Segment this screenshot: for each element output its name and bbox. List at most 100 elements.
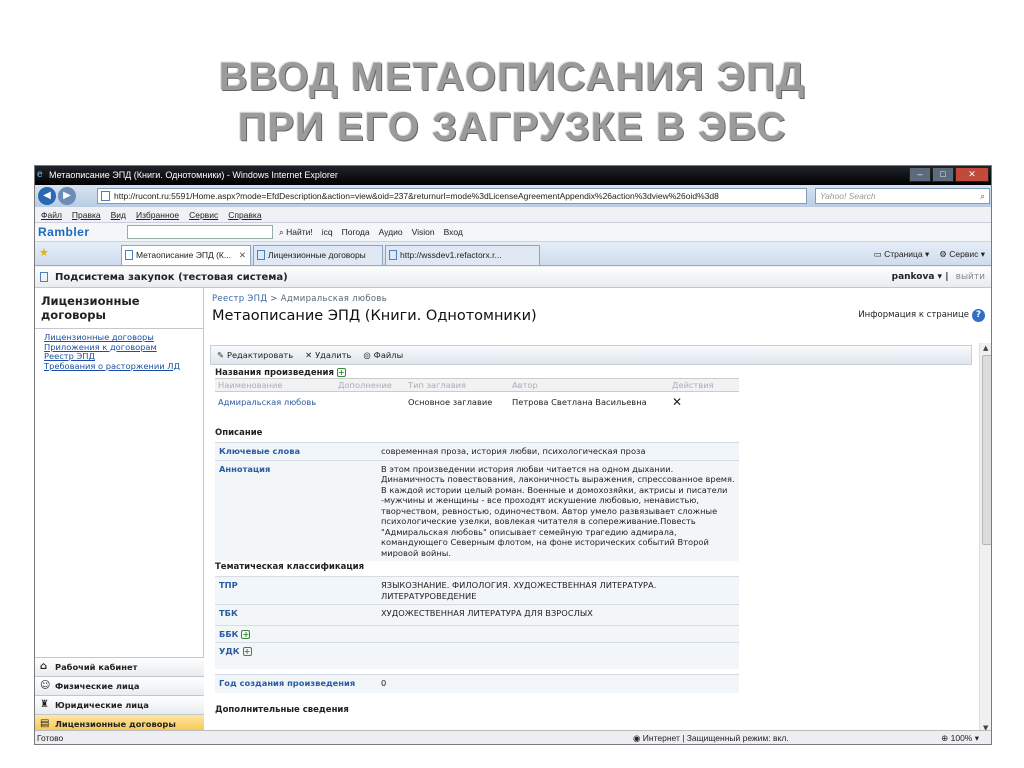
scroll-up-icon[interactable]: ▲ bbox=[983, 344, 988, 352]
details-scroll-area[interactable]: ✎ Редактировать ✕ Удалить ◎ Файлы Названия … bbox=[210, 343, 991, 733]
back-button[interactable]: ◀ bbox=[38, 187, 56, 205]
tab-metadata[interactable]: Метаописание ЭПД (К... ✕ bbox=[121, 245, 251, 265]
extra-section-title: Дополнительные сведения bbox=[215, 705, 349, 715]
edit-button[interactable]: ✎ Редактировать bbox=[217, 346, 293, 364]
search-placeholder: Yahoo! Search bbox=[820, 191, 876, 201]
add-name-icon[interactable]: + bbox=[336, 368, 346, 377]
tab-page-icon bbox=[257, 250, 265, 260]
page-title: Метаописание ЭПД (Книги. Однотомники) bbox=[212, 308, 537, 324]
scrollbar-thumb[interactable] bbox=[982, 355, 991, 545]
slide-title-line-2: ПРИ ЕГО ЗАГРУЗКЕ В ЭБС bbox=[237, 105, 787, 149]
table-row: Адмиральская любовь Основное заглавие Пе… bbox=[215, 392, 739, 412]
keywords-row: Ключевые слова современная проза, истори… bbox=[215, 442, 739, 460]
rambler-toolbar: Rambler ⌕ Найти! icq Погода Аудио Vision… bbox=[35, 223, 991, 242]
page-icon bbox=[101, 191, 110, 201]
minimize-button[interactable]: – bbox=[909, 167, 931, 182]
tab-bar: ★ Метаописание ЭПД (К... ✕ Лицензионные … bbox=[35, 242, 991, 266]
security-zone: ◉ Интернет | Защищенный режим: вкл. bbox=[633, 733, 789, 743]
delete-button[interactable]: ✕ Удалить bbox=[305, 346, 351, 364]
rambler-audio-button[interactable]: Аудио bbox=[379, 223, 403, 242]
nav-link-termination-requests[interactable]: Требования о расторжении ЛД bbox=[44, 361, 203, 372]
url-text: http://rucont.ru:5591/Home.aspx?mode=Efd… bbox=[114, 191, 719, 201]
tpr-value: ЯЗЫКОЗНАНИЕ. ФИЛОЛОГИЯ. ХУДОЖЕСТВЕННАЯ Л… bbox=[377, 576, 739, 605]
menu-view[interactable]: Вид bbox=[111, 207, 126, 222]
udk-label: УДК + bbox=[215, 642, 377, 669]
url-input[interactable]: http://rucont.ru:5591/Home.aspx?mode=Efd… bbox=[97, 188, 807, 204]
files-button[interactable]: ◎ Файлы bbox=[363, 346, 403, 364]
tab-label: http://wssdev1.refactorx.r... bbox=[400, 250, 502, 260]
maximize-button[interactable]: □ bbox=[932, 167, 954, 182]
user-area: pankova ▾ | выйти bbox=[891, 272, 985, 282]
page-content: Подсистема закупок (тестовая система) pa… bbox=[35, 267, 991, 733]
menu-help[interactable]: Справка bbox=[228, 207, 261, 222]
tpr-label: ТПР bbox=[215, 576, 377, 605]
annotation-value: В этом произведении история любви читает… bbox=[377, 459, 739, 561]
breadcrumb-root-link[interactable]: Реестр ЭПД bbox=[212, 294, 267, 304]
delete-icon: ✕ bbox=[305, 350, 313, 360]
rambler-weather-button[interactable]: Погода bbox=[342, 223, 370, 242]
rambler-icq-button[interactable]: icq bbox=[322, 223, 333, 242]
rambler-login-button[interactable]: Вход bbox=[444, 223, 463, 242]
work-name-link[interactable]: Адмиральская любовь bbox=[218, 397, 316, 407]
edit-icon: ✎ bbox=[217, 350, 224, 360]
add-udk-icon[interactable]: + bbox=[242, 647, 252, 656]
favorites-star-icon[interactable]: ★ bbox=[39, 246, 49, 259]
home-icon: ⌂ bbox=[40, 661, 48, 672]
menu-bar: Файл Правка Вид Избранное Сервис Справка bbox=[35, 207, 991, 223]
column-header: Дополнение bbox=[335, 378, 405, 392]
add-bbk-icon[interactable]: + bbox=[241, 630, 251, 639]
status-text: Готово bbox=[37, 733, 64, 743]
tools-menu-button[interactable]: ⚙ Сервис ▾ bbox=[939, 242, 985, 266]
system-icon bbox=[40, 272, 48, 282]
section-legal-entities[interactable]: ♜ Юридические лица bbox=[35, 695, 204, 714]
user-menu[interactable]: pankova bbox=[892, 272, 935, 282]
description-table: Ключевые слова современная проза, истори… bbox=[215, 442, 739, 561]
names-table: Наименование Дополнение Тип заглавия Авт… bbox=[215, 378, 739, 412]
slide-title: ВВОД МЕТАОПИСАНИЯ ЭПД ПРИ ЕГО ЗАГРУЗКЕ В… bbox=[0, 52, 1024, 152]
slide-title-line-1: ВВОД МЕТАОПИСАНИЯ ЭПД bbox=[218, 55, 806, 99]
section-workspace[interactable]: ⌂ Рабочий кабинет bbox=[35, 657, 204, 676]
files-icon: ◎ bbox=[363, 350, 371, 360]
window-title: Метаописание ЭПД (Книги. Однотомники) - … bbox=[49, 170, 338, 180]
tab-label: Метаописание ЭПД (К... bbox=[136, 250, 231, 260]
left-nav-heading: Лицензионные договоры bbox=[35, 288, 203, 329]
delete-name-icon[interactable]: ✕ bbox=[669, 392, 739, 412]
tab-page-icon bbox=[389, 250, 397, 260]
zoom-control[interactable]: ⊕ 100% ▾ bbox=[941, 731, 979, 744]
menu-tools[interactable]: Сервис bbox=[189, 207, 218, 222]
tbk-label: ТБК bbox=[215, 604, 377, 626]
menu-file[interactable]: Файл bbox=[41, 207, 62, 222]
logout-link[interactable]: выйти bbox=[956, 272, 985, 282]
tab-page-icon bbox=[125, 250, 133, 260]
rambler-find-button[interactable]: ⌕ Найти! bbox=[279, 223, 313, 242]
actions-toolbar: ✎ Редактировать ✕ Удалить ◎ Файлы bbox=[210, 345, 972, 365]
search-icon[interactable]: ⌕ bbox=[980, 189, 985, 203]
forward-button[interactable]: ▶ bbox=[58, 187, 76, 205]
section-individuals[interactable]: ☺ Физические лица bbox=[35, 676, 204, 695]
breadcrumb-current: Адмиральская любовь bbox=[280, 294, 388, 304]
page-info-link[interactable]: Информация к странице? bbox=[858, 309, 985, 322]
column-header: Наименование bbox=[215, 378, 335, 392]
year-label: Год создания произведения bbox=[215, 674, 377, 693]
search-input[interactable]: Yahoo! Search ⌕ bbox=[815, 188, 990, 204]
rambler-vision-button[interactable]: Vision bbox=[412, 223, 435, 242]
vertical-scrollbar[interactable]: ▲ ▼ bbox=[979, 343, 991, 733]
menu-favorites[interactable]: Избранное bbox=[136, 207, 179, 222]
tab-wssdev[interactable]: http://wssdev1.refactorx.r... bbox=[385, 245, 540, 265]
close-window-button[interactable]: ✕ bbox=[955, 167, 989, 182]
description-section-title: Описание bbox=[215, 428, 263, 438]
rambler-search-input[interactable] bbox=[127, 225, 273, 239]
classification-table: ТПР ЯЗЫКОЗНАНИЕ. ФИЛОЛОГИЯ. ХУДОЖЕСТВЕННА… bbox=[215, 576, 739, 669]
column-header: Автор bbox=[509, 378, 669, 392]
tab-close-icon[interactable]: ✕ bbox=[239, 246, 246, 264]
author: Петрова Светлана Васильевна bbox=[512, 396, 647, 407]
command-bar: ▭ Страница ▾ ⚙ Сервис ▾ bbox=[874, 242, 985, 266]
title-type: Основное заглавие bbox=[408, 396, 493, 407]
rambler-logo: Rambler bbox=[38, 225, 90, 239]
page-menu-button[interactable]: ▭ Страница ▾ bbox=[874, 242, 930, 266]
browser-window: e Метаописание ЭПД (Книги. Однотомники) … bbox=[34, 165, 992, 745]
names-section-title: Названия произведения + bbox=[215, 368, 346, 378]
year-table: Год создания произведения 0 bbox=[215, 674, 739, 693]
menu-edit[interactable]: Правка bbox=[72, 207, 101, 222]
tab-license-agreements[interactable]: Лицензионные договоры bbox=[253, 245, 383, 265]
